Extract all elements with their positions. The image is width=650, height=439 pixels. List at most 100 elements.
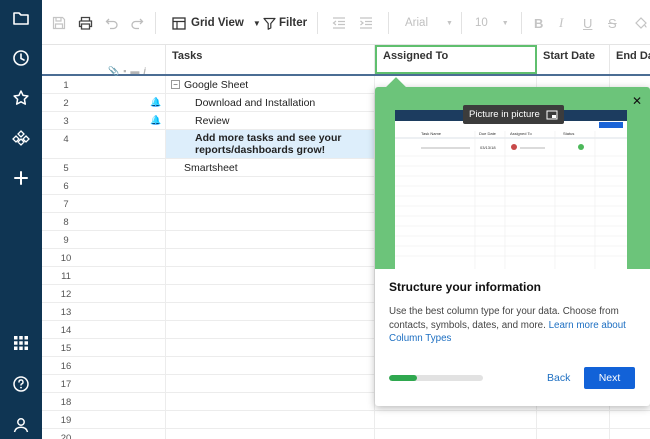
end-date-cell[interactable]	[610, 429, 650, 439]
close-button[interactable]: ✕	[632, 95, 642, 107]
tour-progress-fill	[389, 375, 418, 381]
task-cell[interactable]	[166, 213, 375, 230]
screenshot-sheet-preview: Task Name Due Date Assigned To Status 03…	[395, 122, 627, 269]
back-button[interactable]: Back	[547, 372, 570, 384]
preview-col-due-date: Due Date	[479, 131, 497, 136]
font-size-select[interactable]: 10 ▼	[475, 13, 509, 33]
bold-button[interactable]: B	[534, 13, 543, 33]
task-cell[interactable]	[166, 231, 375, 248]
table-row[interactable]: 19	[42, 411, 650, 429]
bell-icon[interactable]: 🔔	[150, 115, 161, 126]
row-gutter-cell	[42, 267, 166, 284]
bold-icon: B	[534, 15, 544, 31]
row-gutter-cell	[42, 76, 166, 93]
row-gutter-cell	[42, 177, 166, 194]
plus-icon	[14, 171, 28, 185]
toolbar-divider	[155, 12, 156, 34]
toolbar: Grid View ▼ Filter Arial ▼ 10 ▼ B I U S	[42, 0, 650, 45]
outdent-button[interactable]	[332, 13, 346, 33]
row-gutter-cell	[42, 249, 166, 266]
view-switcher[interactable]: Grid View ▼	[172, 13, 261, 33]
row-gutter-cell	[42, 303, 166, 320]
indent-button[interactable]	[359, 13, 373, 33]
row-gutter-cell	[42, 94, 166, 111]
underline-icon: U	[583, 15, 593, 31]
start-date-cell[interactable]	[537, 429, 610, 439]
launcher-button[interactable]	[9, 331, 33, 355]
task-cell[interactable]	[166, 411, 375, 428]
task-cell[interactable]	[166, 249, 375, 266]
recents-button[interactable]	[9, 46, 33, 70]
font-size-value: 10	[475, 17, 488, 29]
fill-bucket-icon	[635, 17, 647, 29]
preview-col-task-name: Task Name	[421, 131, 442, 136]
row-gutter-cell	[42, 321, 166, 338]
underline-button[interactable]: U	[583, 13, 592, 33]
task-cell[interactable]	[166, 321, 375, 338]
row-gutter-cell	[42, 112, 166, 129]
view-label: Grid View	[191, 17, 244, 29]
task-cell[interactable]	[166, 339, 375, 356]
column-header-assigned-to[interactable]: Assigned To	[375, 45, 537, 74]
row-gutter-cell	[42, 213, 166, 230]
row-gutter-cell	[42, 285, 166, 302]
column-header-tasks[interactable]: Tasks	[166, 45, 375, 74]
filter-button[interactable]: Filter	[263, 13, 307, 33]
folder-icon	[13, 12, 29, 25]
redo-button[interactable]	[130, 13, 144, 33]
strikethrough-icon: S	[608, 15, 617, 31]
undo-icon	[105, 18, 118, 30]
task-cell[interactable]	[166, 357, 375, 374]
column-header-end-date[interactable]: End Da	[610, 45, 650, 74]
task-cell[interactable]	[166, 177, 375, 194]
task-cell[interactable]	[166, 429, 375, 439]
star-icon	[13, 90, 29, 105]
panel-title: Structure your information	[389, 280, 542, 294]
smartsheet-app: Grid View ▼ Filter Arial ▼ 10 ▼ B I U S	[0, 0, 650, 439]
assigned-to-cell[interactable]	[375, 429, 537, 439]
create-button[interactable]	[9, 166, 33, 190]
task-cell[interactable]	[166, 393, 375, 410]
undo-button[interactable]	[105, 13, 119, 33]
fill-color-button[interactable]	[634, 13, 648, 33]
print-button[interactable]	[78, 13, 93, 33]
row-gutter-cell	[42, 195, 166, 212]
strikethrough-button[interactable]: S	[608, 13, 617, 33]
favorites-button[interactable]	[9, 86, 33, 110]
task-cell[interactable]	[166, 303, 375, 320]
account-button[interactable]	[9, 413, 33, 437]
task-cell[interactable]	[166, 195, 375, 212]
row-gutter-cell	[42, 375, 166, 392]
help-icon	[13, 376, 29, 392]
next-button[interactable]: Next	[584, 367, 635, 389]
column-header-row: 📎 ▪ ▬ i Tasks Assigned To Start Date End…	[42, 45, 650, 76]
picture-in-picture-icon	[546, 110, 558, 119]
font-family-select[interactable]: Arial ▼	[405, 13, 453, 33]
picture-in-picture-button[interactable]: Picture in picture	[463, 105, 564, 124]
end-date-cell[interactable]	[610, 411, 650, 428]
bell-icon[interactable]: 🔔	[150, 97, 161, 108]
task-cell[interactable]	[166, 375, 375, 392]
task-name: Smartsheet	[184, 162, 238, 174]
task-name: Google Sheet	[184, 79, 249, 91]
panel-description: Use the best column type for your data. …	[389, 305, 639, 346]
pip-label: Picture in picture	[469, 109, 540, 120]
header-corner: 📎 ▪ ▬ i	[42, 45, 166, 76]
row-gutter-cell	[42, 159, 166, 176]
italic-button[interactable]: I	[559, 13, 563, 33]
task-cell[interactable]	[166, 285, 375, 302]
collapse-toggle[interactable]: −	[171, 80, 180, 89]
toolbar-divider	[317, 12, 318, 34]
task-cell[interactable]	[166, 267, 375, 284]
table-row[interactable]: 20	[42, 429, 650, 439]
grid-view-icon	[172, 16, 186, 30]
user-icon	[13, 418, 29, 433]
save-button[interactable]	[52, 13, 66, 33]
help-button[interactable]	[9, 372, 33, 396]
task-name: Add more tasks and see your reports/dash…	[195, 132, 342, 156]
assigned-to-cell[interactable]	[375, 411, 537, 428]
workapps-button[interactable]	[9, 126, 33, 150]
column-header-start-date[interactable]: Start Date	[537, 45, 610, 74]
browse-button[interactable]	[9, 6, 33, 30]
start-date-cell[interactable]	[537, 411, 610, 428]
